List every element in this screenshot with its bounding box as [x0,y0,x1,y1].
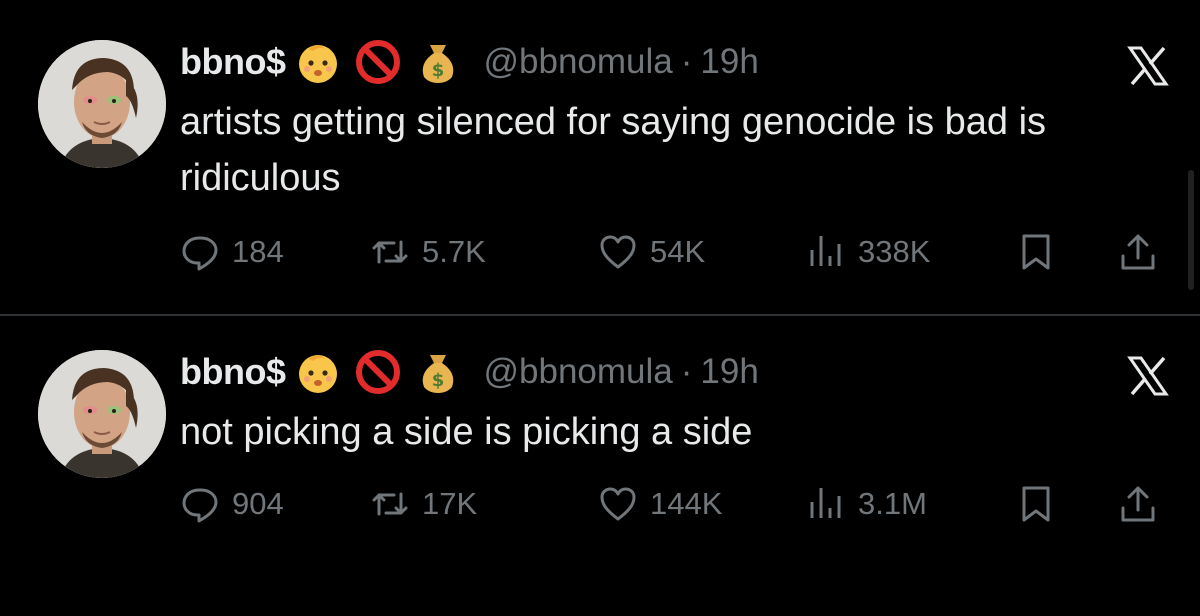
separator: · [680,42,693,81]
avatar[interactable] [38,40,166,168]
scrollbar[interactable] [1188,170,1194,290]
display-name[interactable]: bbno$ [180,351,286,393]
handle[interactable]: @bbnomula [483,352,672,392]
handle[interactable]: @bbnomula [483,42,672,82]
tweet[interactable]: bbno$ $ @bbnomula · 19h not picking a si… [0,316,1200,616]
money-bag-emoji-icon: $ [415,39,461,85]
share-button[interactable] [1118,476,1158,532]
action-bar: 184 5.7K 54K 338K [180,224,1170,280]
views-count: 3.1M [858,486,927,521]
display-name[interactable]: bbno$ [180,41,286,83]
like-count: 144K [650,486,723,521]
views-button[interactable]: 338K [806,224,930,280]
like-icon [598,232,638,272]
reply-button[interactable]: 184 [180,224,284,280]
no-entry-emoji-icon [355,39,401,85]
bookmark-icon [1016,232,1056,272]
like-button[interactable]: 54K [598,224,705,280]
x-logo-icon[interactable] [1126,354,1170,398]
views-icon [806,232,846,272]
reply-button[interactable]: 904 [180,476,284,532]
bookmark-button[interactable] [1016,224,1056,280]
tweet-header: bbno$ $ @bbnomula · 19h [180,344,759,400]
x-logo-icon[interactable] [1126,44,1170,88]
tweet[interactable]: bbno$ $ @bbnomula · 19h artists getting … [0,0,1200,300]
tweet-header: bbno$ $ @bbnomula · 19h [180,34,759,90]
share-icon [1118,484,1158,524]
tweet-text: artists getting silenced for saying geno… [180,101,1047,199]
baby-emoji-icon [295,349,341,395]
views-icon [806,484,846,524]
views-button[interactable]: 3.1M [806,476,927,532]
share-button[interactable] [1118,224,1158,280]
avatar[interactable] [38,350,166,478]
reply-count: 184 [232,234,284,269]
reply-icon [180,484,220,524]
svg-text:$: $ [432,60,445,81]
bookmark-icon [1016,484,1056,524]
timestamp[interactable]: 19h [700,352,758,392]
reply-count: 904 [232,486,284,521]
like-icon [598,484,638,524]
repost-icon [370,232,410,272]
separator: · [680,352,693,391]
views-count: 338K [858,234,931,269]
bookmark-button[interactable] [1016,476,1056,532]
repost-count: 17K [422,486,478,521]
repost-icon [370,484,410,524]
share-icon [1118,232,1158,272]
no-entry-emoji-icon [355,349,401,395]
timestamp[interactable]: 19h [700,42,758,82]
tweet-text: not picking a side is picking a side [180,411,753,453]
repost-count: 5.7K [422,234,486,269]
money-bag-emoji-icon: $ [415,349,461,395]
action-bar: 904 17K 144K 3.1M [180,476,1170,532]
repost-button[interactable]: 17K [370,476,477,532]
repost-button[interactable]: 5.7K [370,224,486,280]
reply-icon [180,232,220,272]
baby-emoji-icon [295,39,341,85]
like-button[interactable]: 144K [598,476,722,532]
like-count: 54K [650,234,706,269]
svg-text:$: $ [432,370,445,391]
